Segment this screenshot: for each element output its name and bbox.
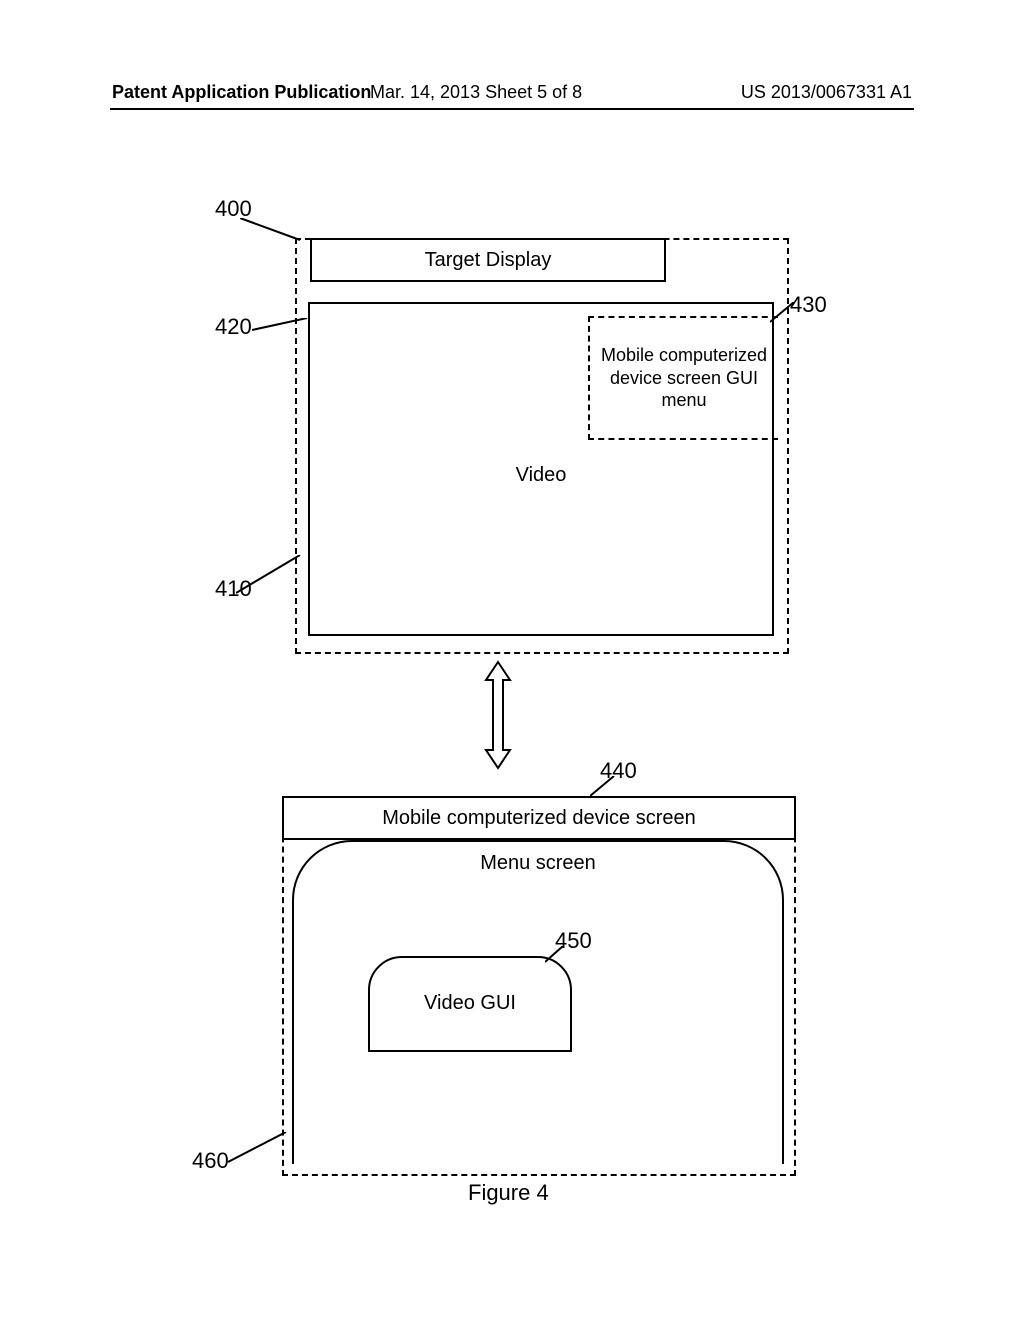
header-left: Patent Application Publication (112, 82, 371, 103)
figure-caption: Figure 4 (468, 1180, 549, 1206)
double-arrow-icon (480, 660, 516, 770)
video-label: Video (310, 464, 772, 487)
leader-420 (252, 318, 312, 342)
header-right: US 2013/0067331 A1 (741, 82, 912, 103)
leader-460 (228, 1132, 292, 1166)
target-display-title-box: Target Display (310, 238, 666, 282)
leader-410 (236, 555, 306, 595)
patent-figure-page: Patent Application Publication Mar. 14, … (0, 0, 1024, 1320)
video-gui-label: Video GUI (370, 992, 570, 1015)
mobile-screen-title-box: Mobile computerized device screen (282, 796, 796, 840)
video-gui-box: Video GUI (368, 956, 572, 1052)
mobile-gui-menu-label: Mobile computerized device screen GUI me… (594, 344, 774, 412)
mobile-screen-label: Mobile computerized device screen (382, 807, 696, 830)
target-display-label: Target Display (425, 249, 552, 272)
page-header: Patent Application Publication Mar. 14, … (0, 82, 1024, 108)
header-middle: Mar. 14, 2013 Sheet 5 of 8 (370, 82, 582, 103)
mobile-gui-menu-box: Mobile computerized device screen GUI me… (588, 316, 778, 440)
menu-screen-label: Menu screen (294, 852, 782, 875)
ref-460: 460 (192, 1148, 229, 1174)
header-rule (110, 108, 914, 110)
ref-420: 420 (215, 314, 252, 340)
